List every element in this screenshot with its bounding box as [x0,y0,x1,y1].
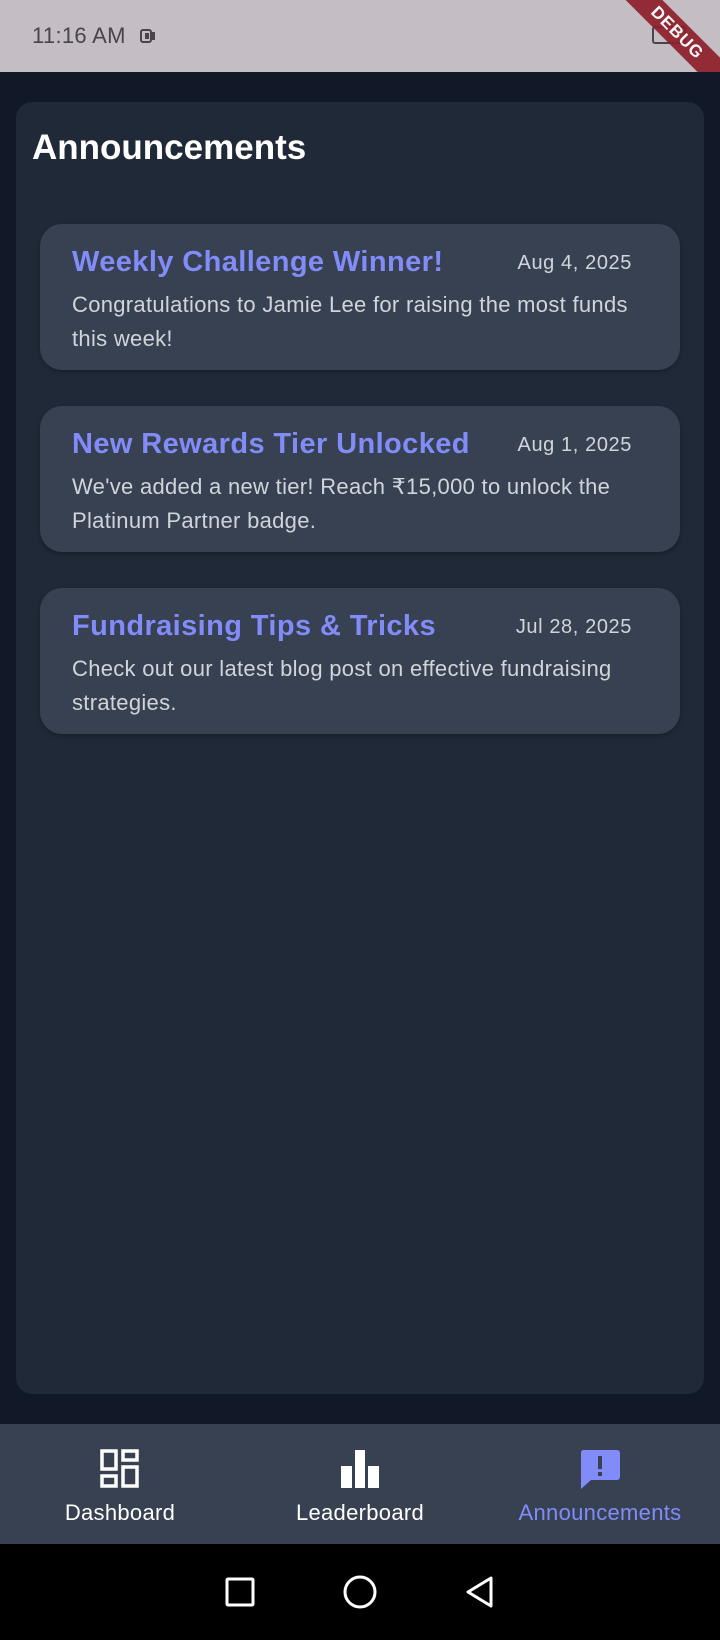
status-app-icon [139,28,156,44]
announcement-icon [580,1450,620,1489]
dashboard-icon [100,1449,139,1488]
announcement-body: We've added a new tier! Reach ₹15,000 to… [72,474,611,533]
nav-label-announcements: Announcements [518,1500,682,1525]
announcement-date: Jul 28, 2025 [515,616,632,638]
nav-item-announcements[interactable]: Announcements [480,1424,720,1544]
system-nav [0,1544,720,1640]
recents-icon [225,1577,255,1607]
page-title: Announcements [32,128,307,167]
announcement-card[interactable]: Weekly Challenge Winner! Aug 4, 2025 Con… [40,224,680,370]
announcement-title: Weekly Challenge Winner! [72,246,444,278]
debug-banner: DEBUG [607,0,720,72]
bottom-nav: Dashboard Leaderboard Announcements [0,1424,720,1544]
announcement-card[interactable]: Fundraising Tips & Tricks Jul 28, 2025 C… [40,588,680,734]
announcement-title: Fundraising Tips & Tricks [72,610,436,642]
nav-item-dashboard[interactable]: Dashboard [0,1424,240,1544]
status-bar: 11:16 AM DEBUG [0,0,720,72]
announcement-body: Congratulations to Jamie Lee for raising… [72,292,628,351]
back-button[interactable] [420,1544,540,1640]
announcement-date: Aug 1, 2025 [517,434,632,456]
announcement-date: Aug 4, 2025 [517,252,632,274]
home-icon [343,1575,377,1609]
announcement-body: Check out our latest blog post on effect… [72,656,612,715]
leaderboard-icon [341,1450,379,1488]
announcement-title: New Rewards Tier Unlocked [72,428,470,460]
recents-button[interactable] [180,1544,300,1640]
nav-item-leaderboard[interactable]: Leaderboard [240,1424,480,1544]
announcement-card[interactable]: New Rewards Tier Unlocked Aug 1, 2025 We… [40,406,680,552]
back-icon [466,1576,493,1608]
nav-label-leaderboard: Leaderboard [295,1500,425,1525]
nav-label-dashboard: Dashboard [64,1500,176,1525]
status-time: 11:16 AM [32,23,126,48]
announcement-list: Weekly Challenge Winner! Aug 4, 2025 Con… [40,224,680,770]
home-button[interactable] [300,1544,420,1640]
main-panel: Announcements Weekly Challenge Winner! A… [16,102,704,1394]
